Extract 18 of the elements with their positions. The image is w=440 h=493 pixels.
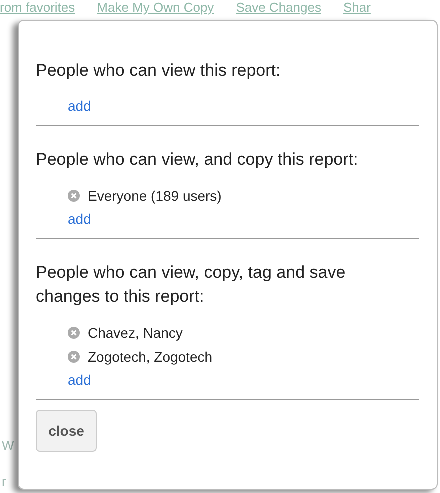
member-name: Chavez, Nancy bbox=[88, 325, 183, 341]
member-name: Everyone (189 users) bbox=[88, 188, 222, 204]
background-link[interactable]: r bbox=[2, 474, 6, 489]
background-link[interactable]: Shar bbox=[343, 0, 371, 16]
close-button[interactable]: close bbox=[36, 410, 97, 452]
section-heading: People who can view, copy, tag and save changes to this report: bbox=[36, 262, 347, 308]
remove-icon[interactable] bbox=[68, 190, 80, 202]
section-heading: People who can view, and copy this report: bbox=[36, 149, 360, 171]
background-link[interactable]: Make My Own Copy bbox=[97, 0, 214, 16]
section-heading: People who can view this report: bbox=[36, 60, 282, 82]
background-link[interactable]: rom favorites bbox=[0, 0, 76, 16]
remove-icon[interactable] bbox=[68, 351, 80, 363]
member-name: Zogotech, Zogotech bbox=[88, 349, 213, 365]
add-link[interactable]: add bbox=[36, 369, 92, 391]
background-link[interactable]: Save Changes bbox=[236, 0, 322, 16]
add-link[interactable]: add bbox=[36, 95, 92, 117]
remove-icon[interactable] bbox=[68, 327, 80, 339]
add-link[interactable]: add bbox=[36, 208, 92, 230]
